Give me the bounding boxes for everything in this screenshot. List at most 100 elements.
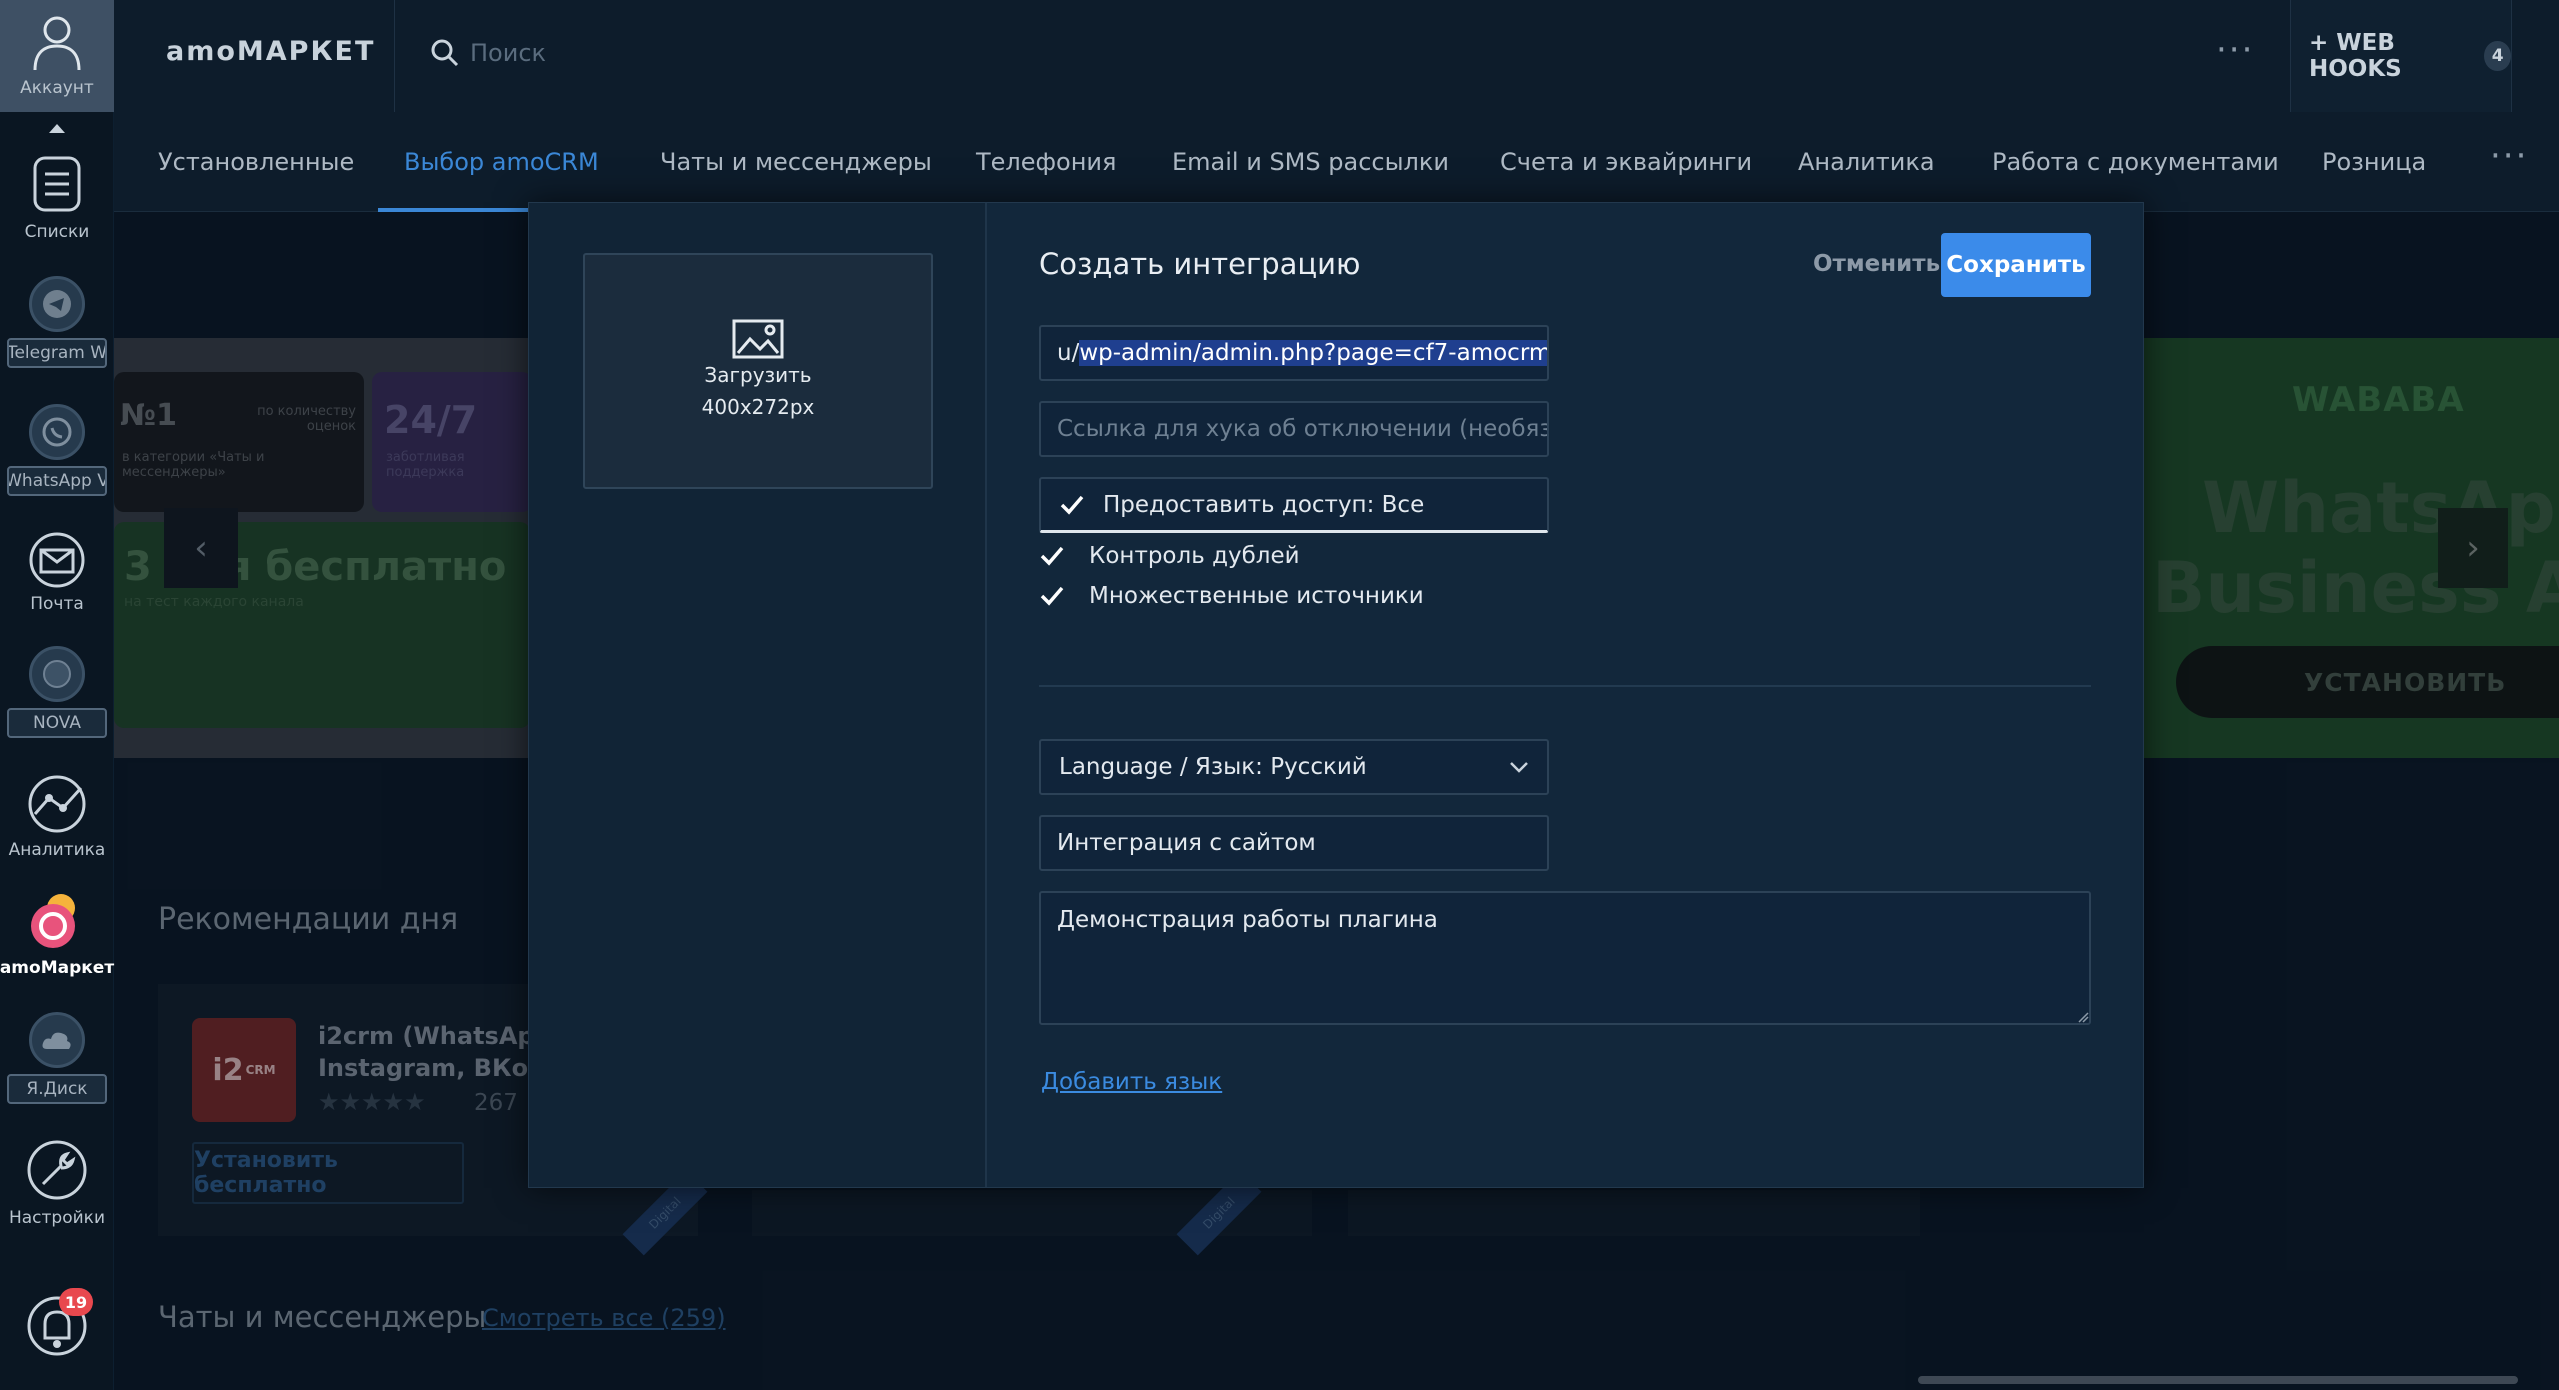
nova-icon <box>29 646 85 702</box>
upload-logo-button[interactable]: Загрузить 400x272px <box>583 253 933 489</box>
integration-logo: i2 CRM <box>192 1018 296 1122</box>
sidebar-item-whatsapp[interactable]: WhatsApp V <box>0 404 114 496</box>
banner-install-button[interactable]: УСТАНОВИТЬ <box>2176 646 2559 718</box>
language-select[interactable]: Language / Язык: Русский <box>1039 739 1549 795</box>
carousel-next-button[interactable]: › <box>2438 508 2508 588</box>
user-icon <box>33 16 81 71</box>
sidebar-item-label: amoМаркет <box>0 958 115 978</box>
tabs-more-button[interactable]: ··· <box>2490 136 2528 176</box>
check-icon <box>1039 583 1065 609</box>
duplicate-control-checkbox[interactable]: Контроль дублей <box>1039 543 1300 569</box>
tab-retail[interactable]: Розница <box>2322 148 2426 176</box>
banner-support-caption: заботливая поддержка <box>386 450 465 480</box>
check-icon <box>1039 543 1065 569</box>
sidebar-item-analytics[interactable]: Аналитика <box>0 774 114 860</box>
sidebar-item-telegram[interactable]: Telegram W <box>0 276 114 368</box>
horizontal-scrollbar[interactable] <box>1918 1376 2518 1384</box>
checkbox-label: Контроль дублей <box>1089 543 1300 569</box>
image-icon <box>732 319 784 359</box>
modal-title: Создать интеграцию <box>1039 247 1361 281</box>
integration-name-input[interactable]: Интеграция с сайтом <box>1039 815 1549 871</box>
sidebar-item-label: WhatsApp V <box>7 466 107 496</box>
access-label: Предоставить доступ: Все <box>1103 491 1425 518</box>
banner-support: 24/7 <box>384 398 478 442</box>
redirect-url-input[interactable]: u/wp-admin/admin.php?page=cf7-amocrm <box>1039 325 1549 381</box>
mail-icon <box>29 532 85 588</box>
add-language-link[interactable]: Добавить язык <box>1041 1069 1222 1095</box>
tab-chats[interactable]: Чаты и мессенджеры <box>660 148 932 176</box>
banner-category: в категории «Чаты и мессенджеры» <box>122 450 265 480</box>
banner-card <box>114 372 364 512</box>
sidebar-item-label: Почта <box>30 594 84 614</box>
webhooks-button[interactable]: + WEB HOOKS 4 <box>2290 0 2512 112</box>
sidebar-item-yadisk[interactable]: Я.Диск <box>0 1012 114 1104</box>
review-count: 267 <box>474 1090 518 1116</box>
cloud-icon <box>29 1012 85 1068</box>
collapse-up-icon[interactable] <box>49 124 65 133</box>
account-label: Аккаунт <box>20 78 94 98</box>
sidebar-account[interactable]: Аккаунт <box>0 0 114 112</box>
whatsapp-icon <box>29 404 85 460</box>
banner-promo-caption: на тест каждого канала <box>124 594 304 610</box>
multiple-sources-checkbox[interactable]: Множественные источники <box>1039 583 1424 609</box>
language-select-value: Language / Язык: Русский <box>1059 754 1367 780</box>
more-menu-button[interactable]: ··· <box>2216 30 2254 70</box>
tab-billing[interactable]: Счета и эквайринги <box>1500 148 1752 176</box>
resize-grip-icon[interactable] <box>2077 1011 2089 1023</box>
sidebar-item-amomarket[interactable]: amoМаркет <box>0 890 114 978</box>
recommendations-title: Рекомендации дня <box>158 902 459 937</box>
tab-email-sms[interactable]: Email и SMS рассылки <box>1172 148 1449 176</box>
sidebar-item-label: Telegram W <box>7 338 107 368</box>
sidebar-item-label: Аналитика <box>8 840 106 860</box>
tab-telephony[interactable]: Телефония <box>976 148 1116 176</box>
tab-analytics[interactable]: Аналитика <box>1798 148 1935 176</box>
carousel-prev-button[interactable]: ‹ <box>164 508 238 588</box>
disable-hook-input[interactable] <box>1039 401 1549 457</box>
modal-left-panel: Загрузить 400x272px <box>529 203 987 1187</box>
tab-installed[interactable]: Установленные <box>158 148 354 176</box>
divider <box>394 0 395 112</box>
topbar: amoМАРКЕТ Поиск ··· + WEB HOOKS 4 <box>114 0 2559 112</box>
telegram-icon <box>29 276 85 332</box>
cancel-button[interactable]: Отменить <box>1813 251 1940 277</box>
search-icon <box>431 39 459 67</box>
check-icon <box>1060 495 1084 515</box>
search-placeholder: Поиск <box>470 39 547 67</box>
webhooks-label: + WEB HOOKS <box>2309 30 2402 82</box>
rating-stars: ★★★★★ <box>318 1088 426 1116</box>
banner-brand: WABABA <box>2292 380 2465 420</box>
webhooks-count: 4 <box>2484 41 2511 71</box>
install-free-button[interactable]: Установить бесплатно <box>192 1142 464 1204</box>
sidebar-item-nova[interactable]: NOVA <box>0 646 114 738</box>
upload-size: 400x272px <box>701 395 815 419</box>
sidebar-item-label: Я.Диск <box>7 1074 107 1104</box>
sidebar-item-settings[interactable]: Настройки <box>0 1138 114 1228</box>
integration-description-textarea[interactable]: Демонстрация работы плагина <box>1039 891 2091 1025</box>
sidebar-item-label: Списки <box>24 222 90 242</box>
banner-card <box>372 372 530 512</box>
create-integration-modal: Загрузить 400x272px Создать интеграцию О… <box>528 202 2144 1188</box>
chats-section-title: Чаты и мессенджеры <box>158 1300 487 1334</box>
sidebar-item-mail[interactable]: Почта <box>0 532 114 614</box>
notifications-badge: 19 <box>59 1288 93 1316</box>
list-icon <box>33 156 81 212</box>
tab-amocrm-choice[interactable]: Выбор amoCRM <box>404 148 599 176</box>
selected-text: wp-admin/admin.php?page=cf7-amocrm <box>1079 340 1547 366</box>
access-dropdown[interactable]: Предоставить доступ: Все <box>1039 477 1549 533</box>
search-box[interactable]: Поиск <box>430 38 546 68</box>
wrench-icon <box>27 1140 87 1200</box>
amomarket-icon <box>31 894 75 948</box>
sidebar-item-label: Настройки <box>8 1208 105 1228</box>
tab-documents[interactable]: Работа с документами <box>1992 148 2279 176</box>
analytics-icon <box>28 775 86 833</box>
banner-rank-caption: по количеству оценок <box>257 404 356 434</box>
checkbox-label: Множественные источники <box>1089 583 1424 609</box>
sidebar-item-lists[interactable]: Списки <box>0 152 114 242</box>
app-logo: amoМАРКЕТ <box>166 36 376 67</box>
recommendation-card[interactable] <box>1348 1190 1920 1236</box>
save-button[interactable]: Сохранить <box>1941 233 2091 297</box>
chevron-down-icon <box>1510 762 1528 773</box>
category-tabs: Установленные Выбор amoCRM Чаты и мессен… <box>114 112 2559 212</box>
view-all-link[interactable]: Смотреть все (259) <box>482 1304 726 1332</box>
notifications-button[interactable] <box>0 1292 114 1358</box>
